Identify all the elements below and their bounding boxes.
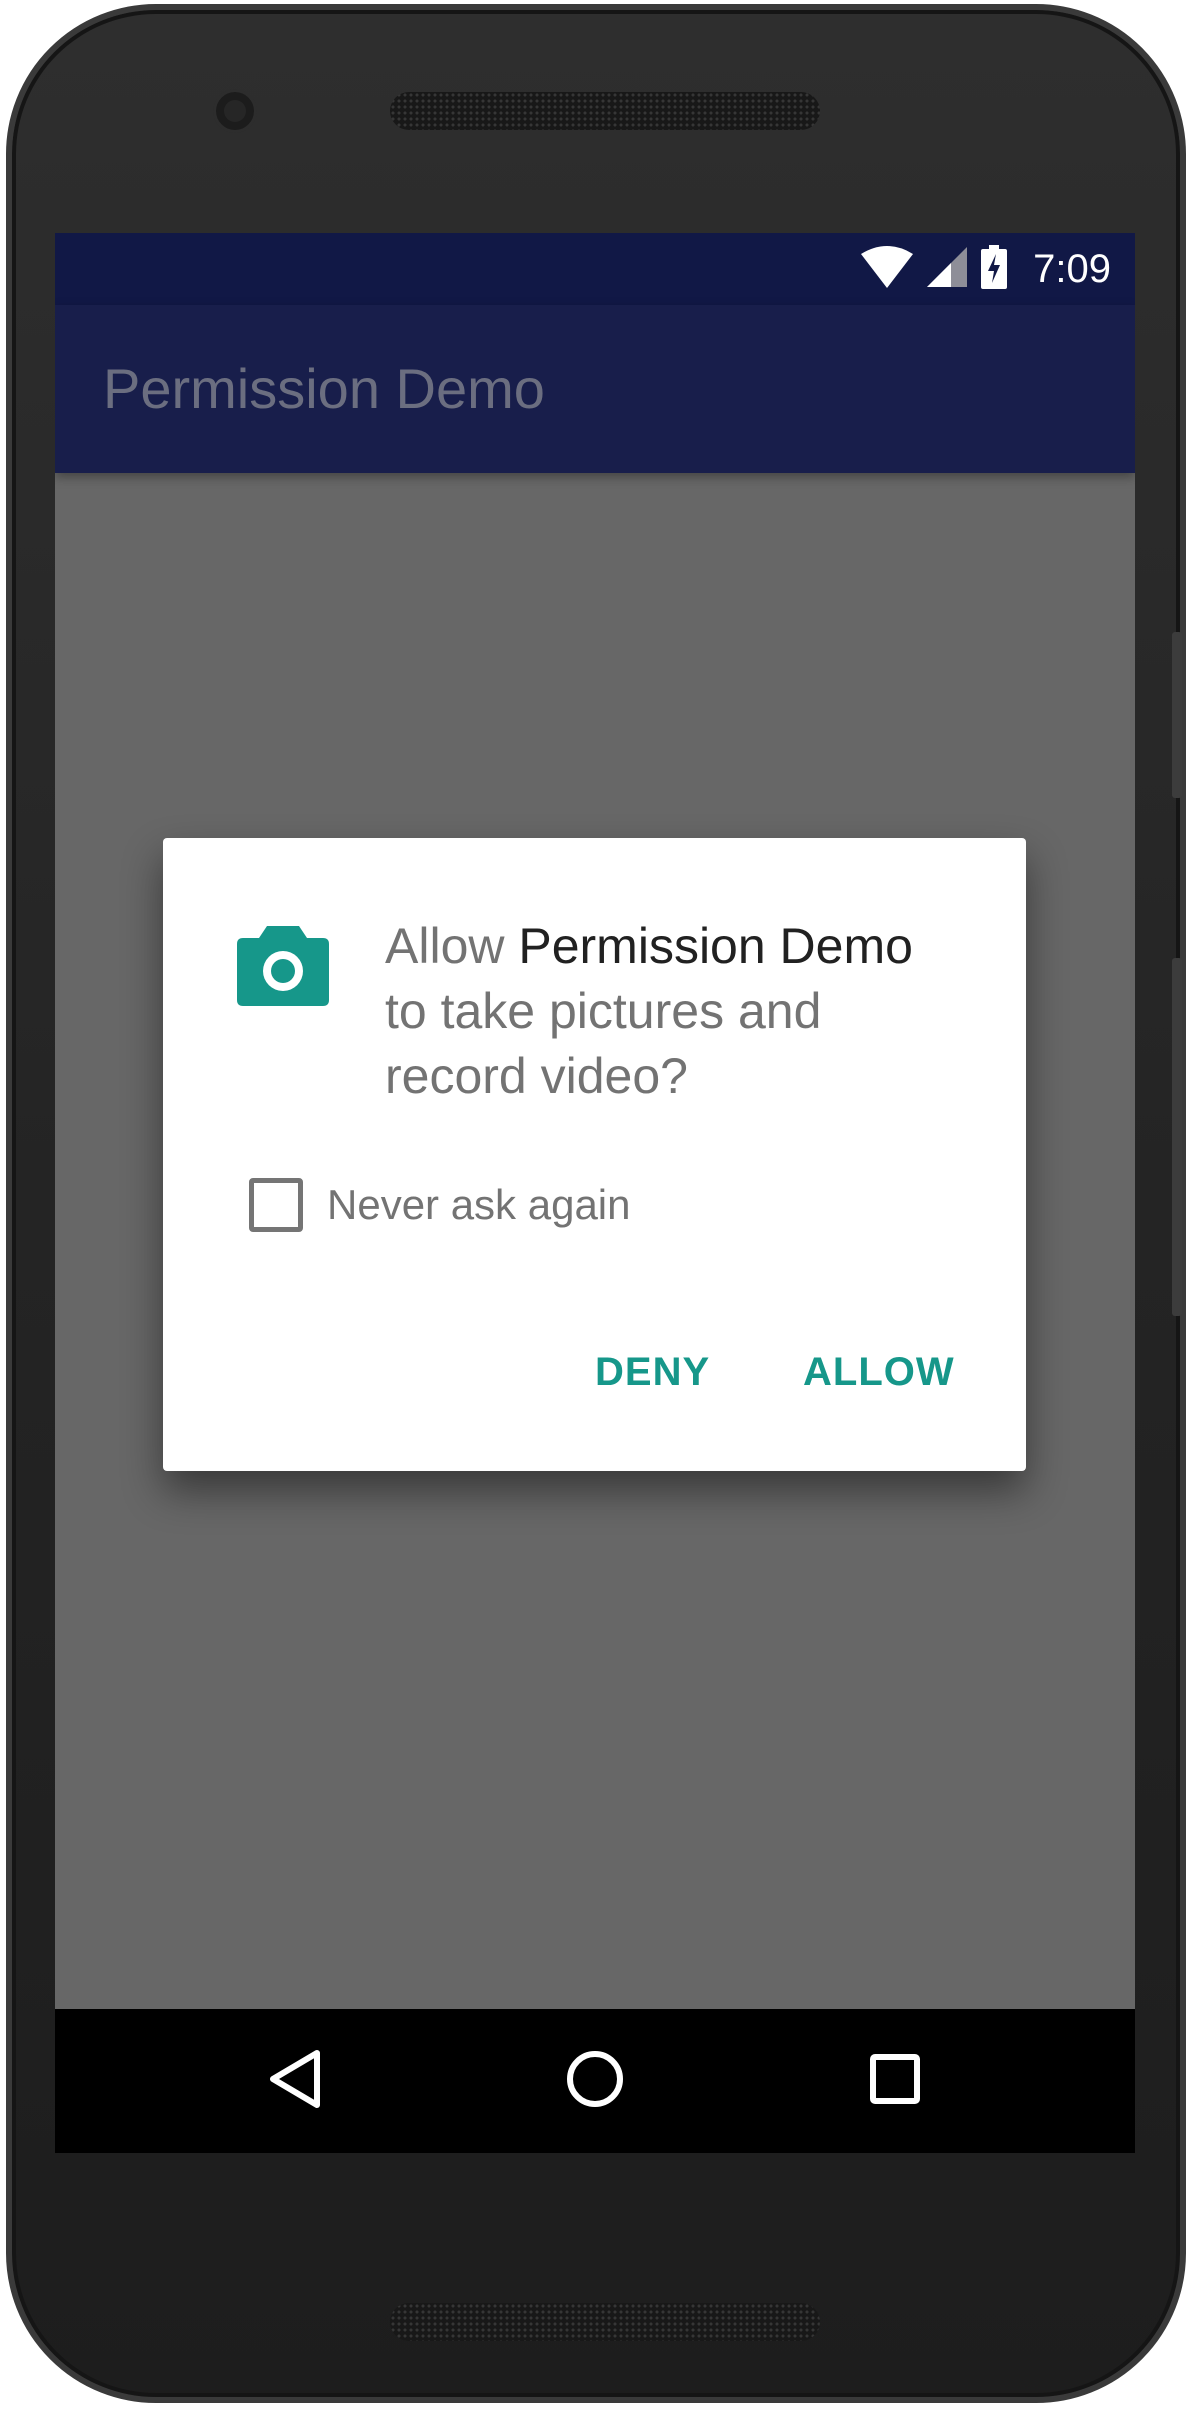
- home-icon: [566, 2050, 624, 2113]
- bottom-speaker: [390, 2303, 820, 2341]
- back-button[interactable]: [259, 2045, 331, 2117]
- front-camera: [213, 89, 257, 133]
- home-button[interactable]: [559, 2045, 631, 2117]
- app-bar: Permission Demo: [55, 305, 1135, 473]
- status-icons: 7:09: [861, 233, 1111, 305]
- power-button: [1172, 958, 1182, 1316]
- earpiece-speaker: [390, 92, 820, 130]
- navigation-bar: [55, 2009, 1135, 2153]
- app-title: Permission Demo: [103, 357, 545, 420]
- message-prefix: Allow: [385, 918, 519, 974]
- volume-button: [1172, 632, 1182, 798]
- message-suffix: to take pictures and record video?: [385, 983, 822, 1104]
- never-ask-again-checkbox[interactable]: [249, 1178, 303, 1232]
- never-ask-again-row[interactable]: Never ask again: [249, 1178, 631, 1232]
- dialog-message: Allow Permission Demo to take pictures a…: [385, 914, 945, 1109]
- deny-button[interactable]: DENY: [595, 1350, 710, 1395]
- wifi-icon: [861, 245, 914, 293]
- back-icon: [267, 2049, 323, 2114]
- permission-dialog: Allow Permission Demo to take pictures a…: [163, 838, 1026, 1471]
- recents-icon: [870, 2053, 920, 2109]
- allow-button[interactable]: ALLOW: [803, 1350, 955, 1395]
- camera-icon: [237, 922, 329, 1006]
- message-app-name: Permission Demo: [518, 918, 913, 974]
- status-time: 7:09: [1033, 246, 1111, 291]
- cell-signal-icon: [927, 246, 968, 292]
- status-bar: 7:09: [55, 233, 1135, 305]
- never-ask-again-label[interactable]: Never ask again: [327, 1181, 631, 1229]
- screen: 7:09 Permission Demo Allow Permission De…: [55, 233, 1135, 2153]
- recents-button[interactable]: [859, 2045, 931, 2117]
- battery-charging-icon: [981, 244, 1008, 294]
